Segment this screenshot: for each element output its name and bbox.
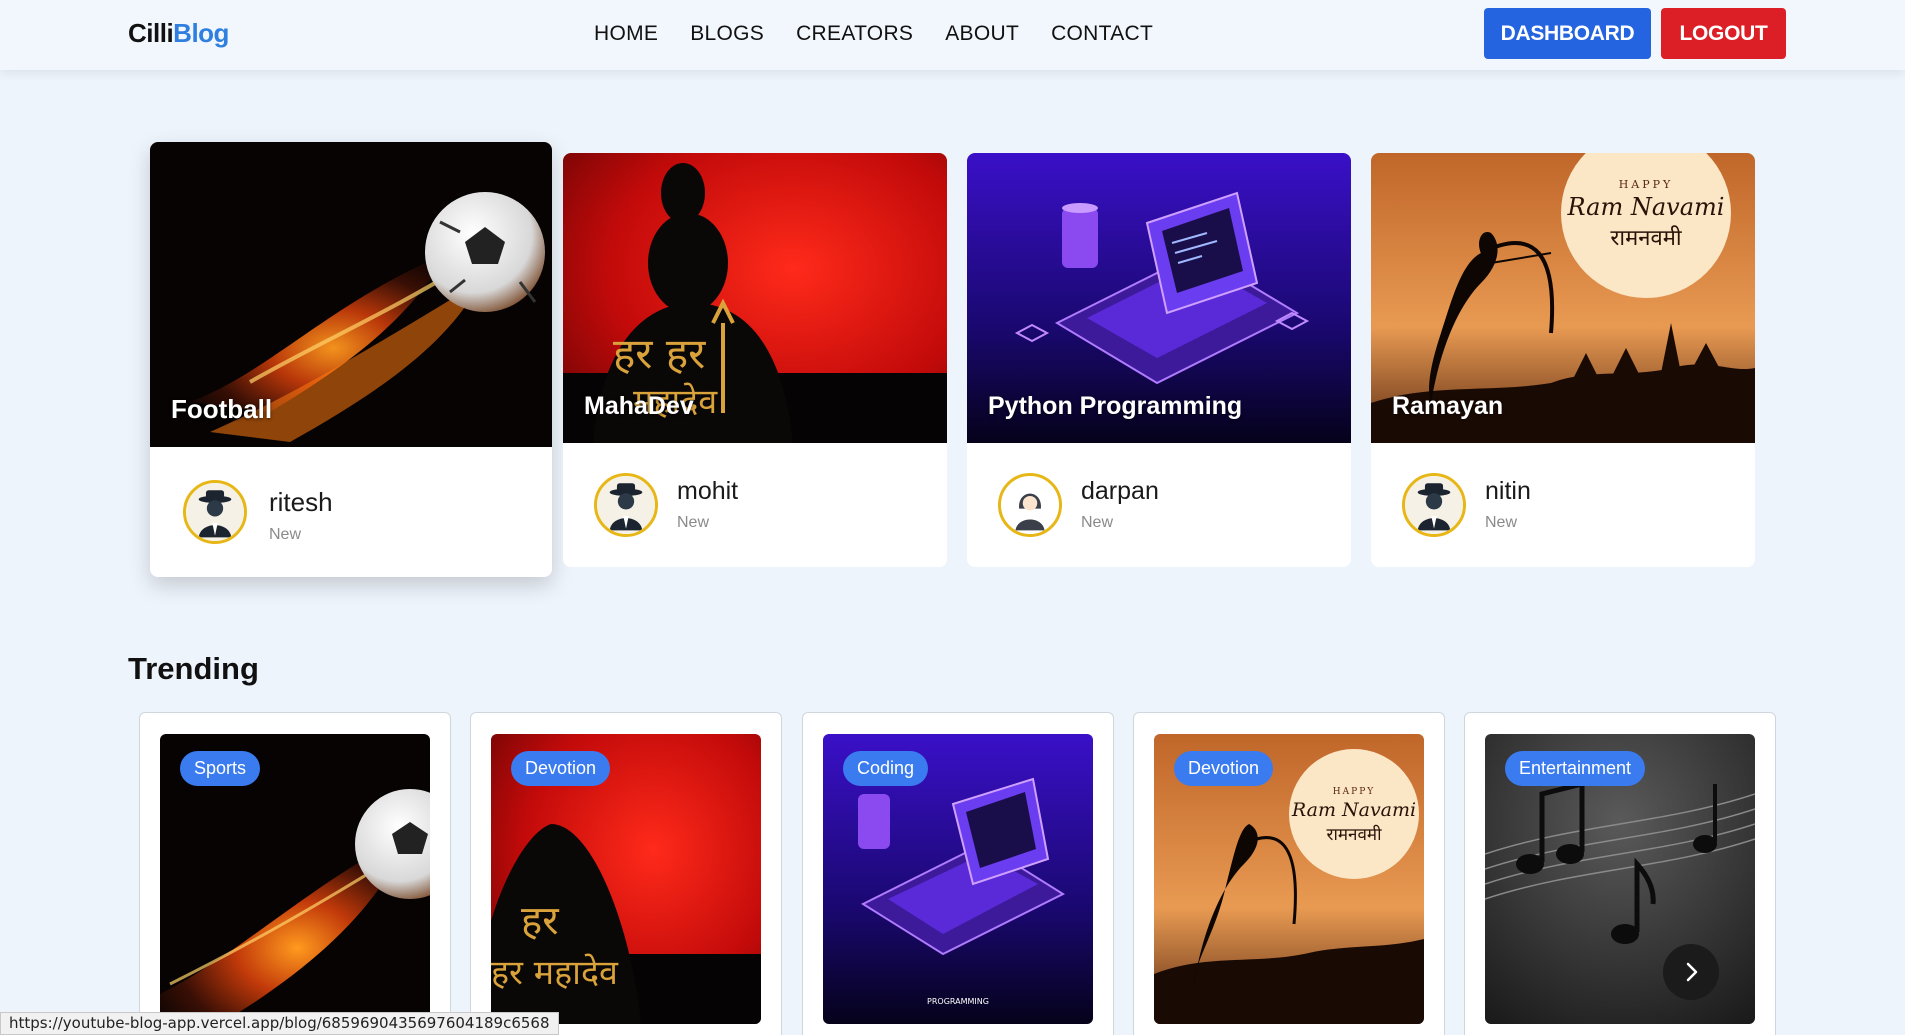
featured-card-python[interactable]: Python Programming darpan New (967, 153, 1351, 567)
trending-card-devotion[interactable]: हर हर महादेव Devotion (470, 712, 782, 1035)
browser-status-url: https://youtube-blog-app.vercel.app/blog… (0, 1012, 559, 1035)
category-tag[interactable]: Entertainment (1505, 751, 1646, 786)
featured-author: ritesh New (150, 447, 552, 547)
trending-heading: Trending (128, 651, 259, 686)
svg-text:HAPPY: HAPPY (1333, 787, 1375, 797)
featured-author: nitin New (1371, 443, 1755, 543)
author-status: New (1485, 514, 1518, 531)
image-text-happy: HAPPY (1619, 178, 1674, 191)
author-status: New (1081, 514, 1114, 531)
svg-text:हर: हर (521, 898, 559, 944)
logo-text-accent: Blog (173, 18, 229, 48)
trending-image: HAPPY Ram Navami रामनवमी Devotion (1154, 734, 1424, 1024)
nav-link-home[interactable]: HOME (594, 22, 658, 46)
category-tag[interactable]: Devotion (1174, 751, 1274, 786)
main-nav: HOME BLOGS CREATORS ABOUT CONTACT (594, 22, 1153, 46)
trending-card-coding[interactable]: PROGRAMMING Coding (802, 712, 1114, 1035)
carousel-next-button[interactable] (1663, 944, 1719, 1000)
chevron-right-icon (1686, 962, 1698, 982)
image-text-ram-navami-hindi: रामनवमी (1610, 225, 1681, 251)
featured-image-ramayan: HAPPY Ram Navami रामनवमी Ramayan (1371, 153, 1755, 443)
trending-card-devotion-2[interactable]: HAPPY Ram Navami रामनवमी Devotion (1133, 712, 1445, 1035)
featured-image-python: Python Programming (967, 153, 1351, 443)
featured-card-ramayan[interactable]: HAPPY Ram Navami रामनवमी Ramayan nitin N… (1371, 153, 1755, 567)
featured-title: Football (171, 394, 273, 424)
featured-title: Python Programming (988, 392, 1243, 420)
featured-card-football[interactable]: Football ritesh New (150, 142, 552, 577)
trending-image: हर हर महादेव Devotion (491, 734, 761, 1024)
featured-author: darpan New (967, 443, 1351, 543)
nav-link-creators[interactable]: CREATORS (796, 22, 913, 46)
trending-image: PROGRAMMING Coding (823, 734, 1093, 1024)
nav-link-contact[interactable]: CONTACT (1051, 22, 1153, 46)
svg-text:Ram Navami: Ram Navami (1291, 799, 1416, 821)
dashboard-button[interactable]: DASHBOARD (1484, 8, 1651, 59)
author-name: mohit (677, 477, 739, 505)
author-name: nitin (1485, 477, 1531, 505)
svg-text:हर महादेव: हर महादेव (491, 953, 619, 993)
featured-title: MahaDev (584, 392, 694, 420)
category-tag[interactable]: Devotion (511, 751, 611, 786)
trending-image: Sports (160, 734, 430, 1024)
featured-image-football: Football (150, 142, 552, 447)
spy-avatar-icon (594, 473, 658, 537)
featured-title: Ramayan (1392, 392, 1504, 420)
site-logo[interactable]: CilliBlog (128, 18, 229, 49)
logo-text-primary: Cilli (128, 18, 174, 48)
svg-text:रामनवमी: रामनवमी (1327, 824, 1383, 845)
author-name: ritesh (269, 487, 333, 517)
featured-card-mahadev[interactable]: हर हर महादेव MahaDev mohit New (563, 153, 947, 567)
category-tag[interactable]: Coding (843, 751, 929, 786)
spy-avatar-icon (1402, 473, 1466, 537)
featured-image-mahadev: हर हर महादेव MahaDev (563, 153, 947, 443)
logout-button[interactable]: LOGOUT (1661, 8, 1786, 59)
nav-link-about[interactable]: ABOUT (945, 22, 1019, 46)
category-tag[interactable]: Sports (180, 751, 261, 786)
navbar: CilliBlog HOME BLOGS CREATORS ABOUT CONT… (0, 0, 1905, 70)
author-name: darpan (1081, 477, 1159, 505)
featured-author: mohit New (563, 443, 947, 543)
nav-link-blogs[interactable]: BLOGS (690, 22, 764, 46)
trending-card-entertainment[interactable]: Entertainment (1464, 712, 1776, 1035)
author-status: New (269, 526, 302, 543)
trending-card-sports[interactable]: Sports (139, 712, 451, 1035)
author-status: New (677, 514, 710, 531)
image-text-ram-navami: Ram Navami (1567, 193, 1725, 221)
image-text-har: हर हर (613, 329, 706, 378)
spy-avatar-icon (183, 480, 247, 544)
woman-avatar-icon (998, 473, 1062, 537)
image-text-programming: PROGRAMMING (927, 997, 989, 1006)
